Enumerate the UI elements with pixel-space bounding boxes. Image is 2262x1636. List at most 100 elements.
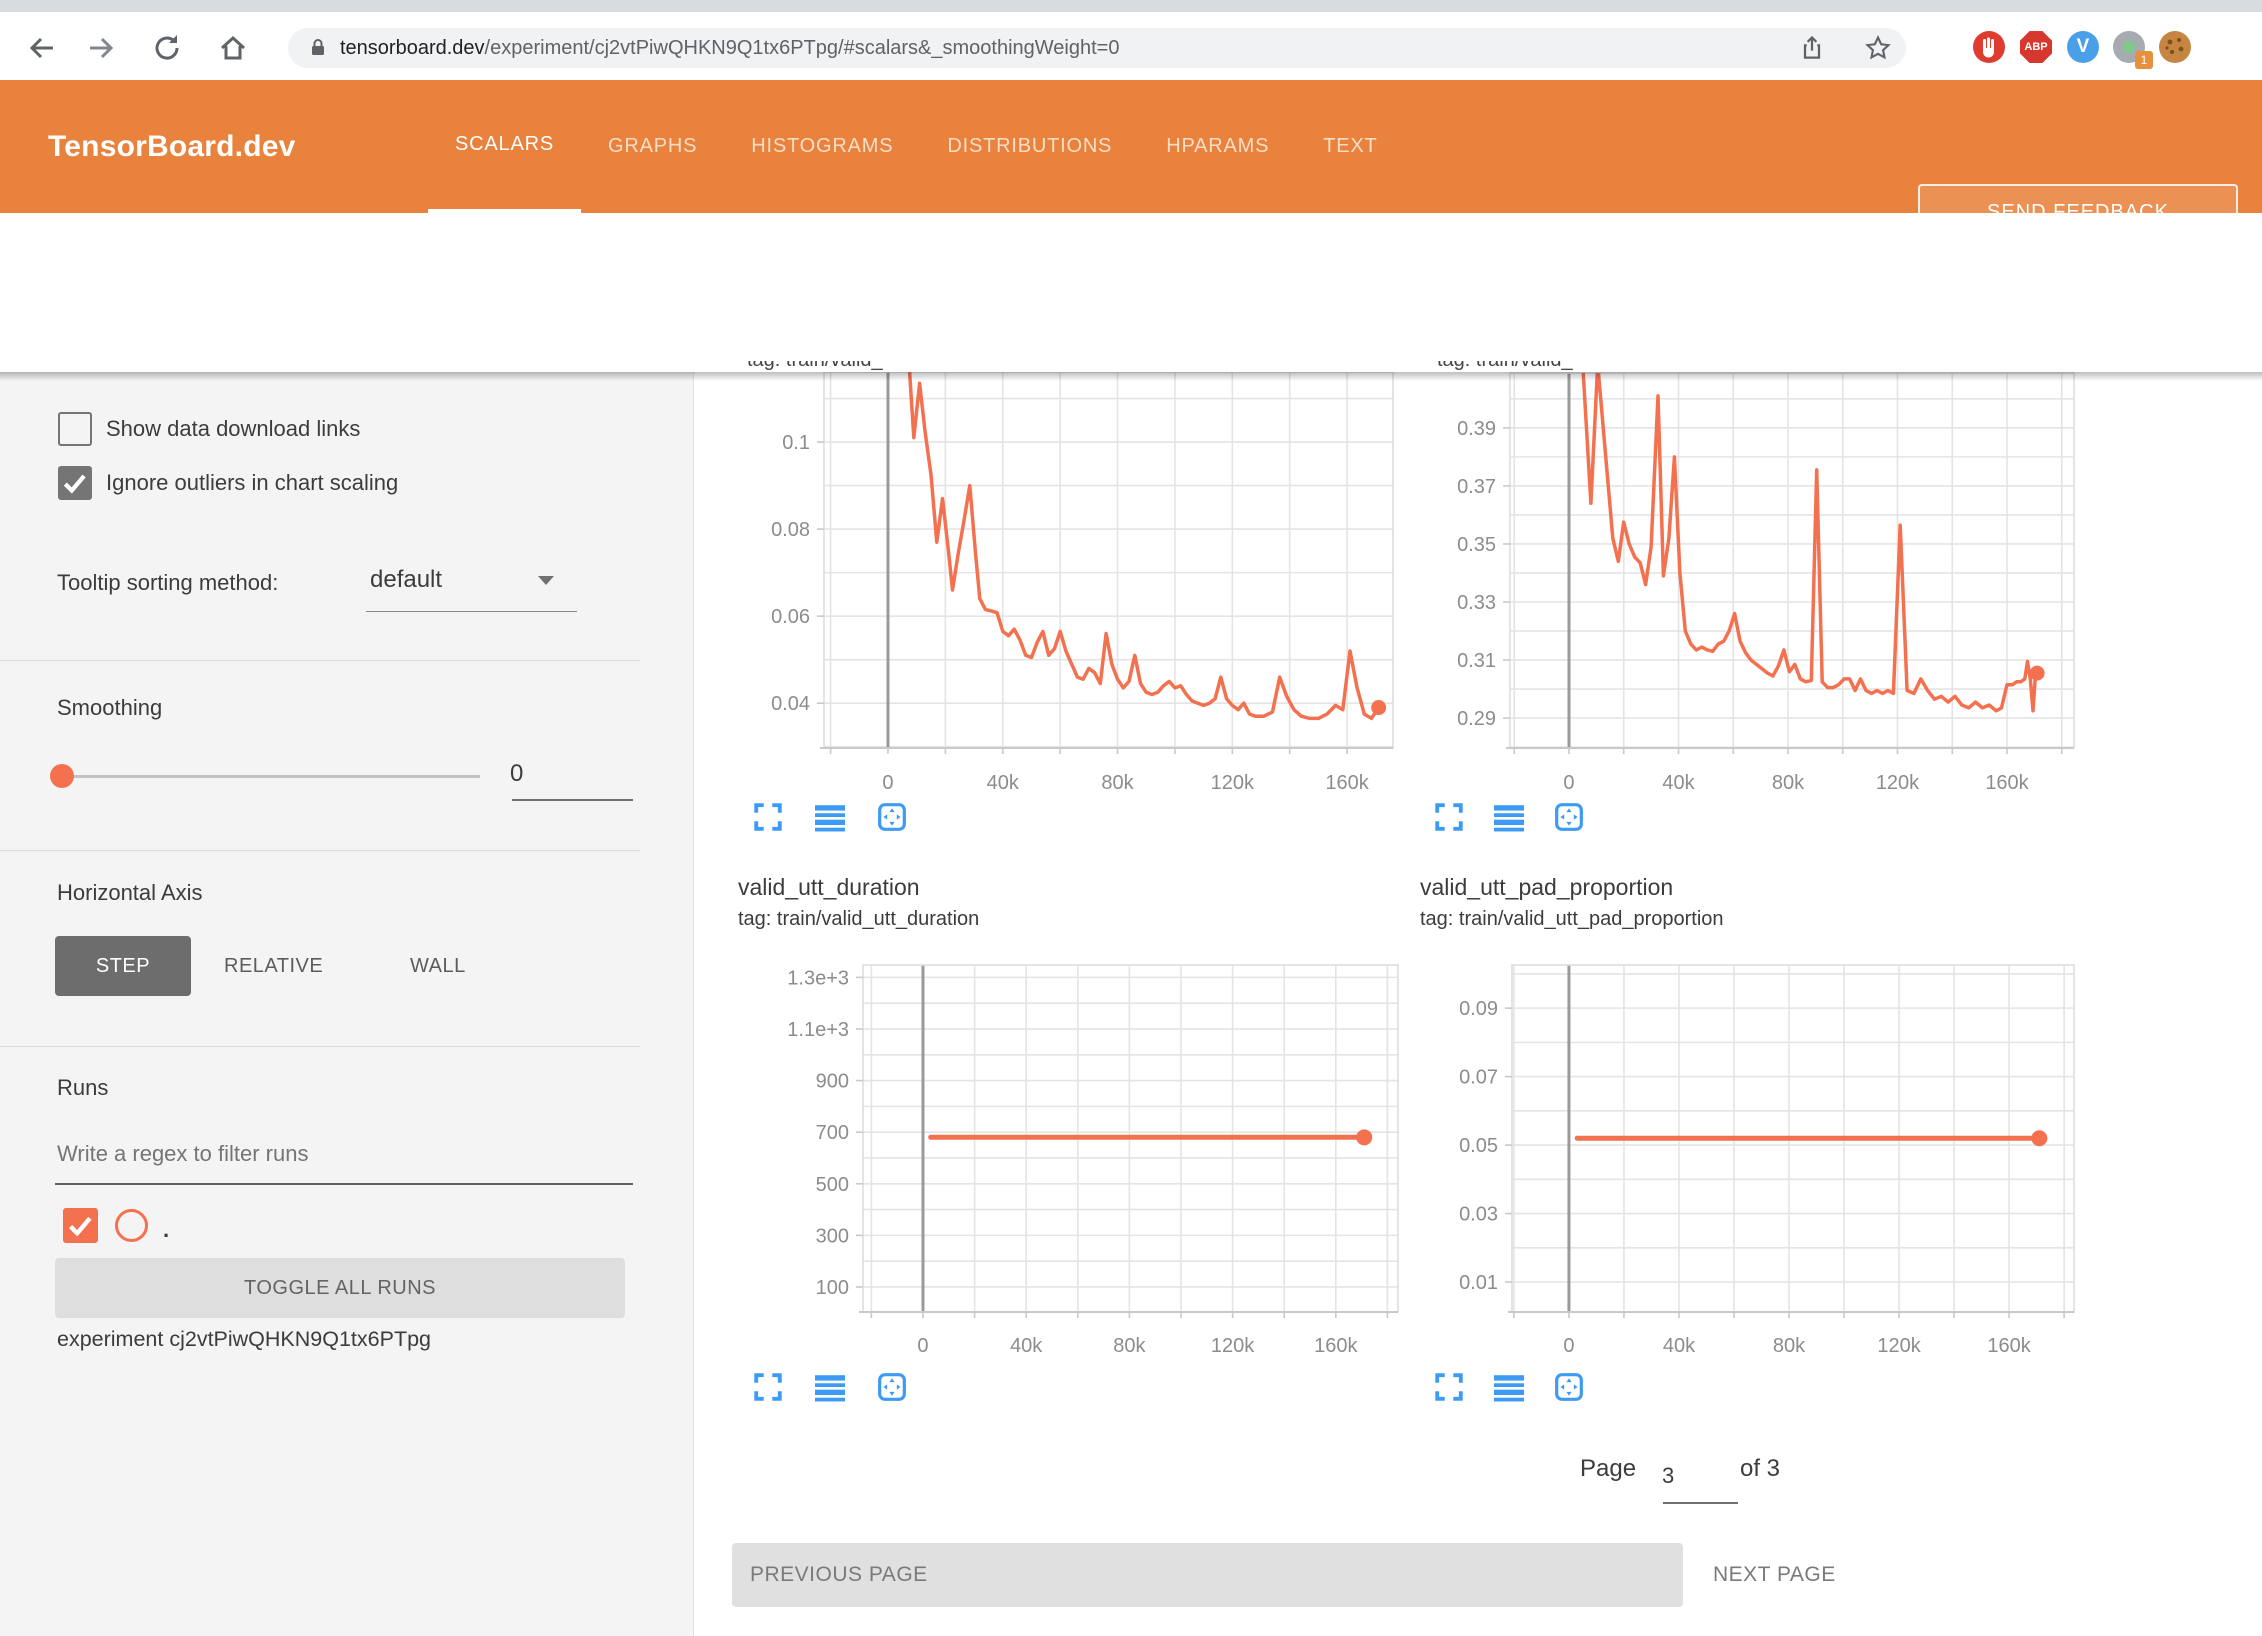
tab-graphs[interactable]: GRAPHS xyxy=(581,80,724,213)
svg-text:80k: 80k xyxy=(1101,772,1134,794)
experiment-id-label: experiment cj2vtPiwQHKN9Q1tx6PTpg xyxy=(57,1327,431,1352)
chart-bottom-left: 040k80k120k160k1003005007009001.1e+31.3e… xyxy=(693,950,1405,1425)
chart-tag: tag: train/valid_utt_pad_proportion xyxy=(1420,908,1724,931)
cookie-extension-icon[interactable] xyxy=(2159,31,2191,63)
abp-extension-icon[interactable]: ABP xyxy=(2020,31,2052,63)
ignore-outliers-checkbox[interactable] xyxy=(58,466,92,500)
svg-text:120k: 120k xyxy=(1877,1335,1921,1357)
pan-zoom-icon[interactable] xyxy=(877,802,907,832)
show-download-links-checkbox[interactable] xyxy=(58,412,92,446)
show-download-links-label: Show data download links xyxy=(106,416,360,442)
url-text: tensorboard.dev/experiment/cj2vtPiwQHKN9… xyxy=(340,30,1119,66)
axis-wall-button[interactable]: WALL xyxy=(410,936,466,996)
runs-selector-icon[interactable] xyxy=(1494,1372,1524,1402)
expand-chart-icon[interactable] xyxy=(1434,802,1464,832)
svg-text:120k: 120k xyxy=(1211,1335,1255,1357)
runs-selector-icon[interactable] xyxy=(1494,802,1524,832)
page-label: Page xyxy=(1580,1455,1636,1483)
extension-badge: 1 xyxy=(2135,51,2153,69)
reload-icon[interactable] xyxy=(151,32,183,64)
url-bar[interactable]: tensorboard.dev/experiment/cj2vtPiwQHKN9… xyxy=(288,28,1906,68)
svg-text:1.1e+3: 1.1e+3 xyxy=(787,1019,849,1041)
screen: tensorboard.dev/experiment/cj2vtPiwQHKN9… xyxy=(0,0,2262,1636)
svg-text:700: 700 xyxy=(816,1122,849,1144)
browser-toolbar: tensorboard.dev/experiment/cj2vtPiwQHKN9… xyxy=(0,12,2262,80)
expand-chart-icon[interactable] xyxy=(1434,1372,1464,1402)
blocker-hand-extension-icon[interactable] xyxy=(1973,31,2005,63)
page-input-underline xyxy=(1663,1502,1738,1504)
svg-text:40k: 40k xyxy=(987,772,1020,794)
page-of-label: of 3 xyxy=(1740,1455,1780,1483)
smoothing-input-underline xyxy=(512,799,633,801)
tab-hparams[interactable]: HPARAMS xyxy=(1139,80,1296,213)
expand-chart-icon[interactable] xyxy=(753,802,783,832)
chart-toolbar xyxy=(753,802,907,832)
svg-text:0.33: 0.33 xyxy=(1457,592,1496,614)
v-extension-icon[interactable]: V xyxy=(2067,31,2099,63)
run-item-label: . xyxy=(163,1217,169,1243)
svg-text:0.09: 0.09 xyxy=(1459,998,1498,1020)
axis-step-button[interactable]: STEP xyxy=(55,936,191,996)
clipped-tag-left: tag: train/valid_ xyxy=(747,361,1307,372)
svg-text:0: 0 xyxy=(1563,772,1574,794)
svg-text:100: 100 xyxy=(816,1277,849,1299)
svg-text:0.39: 0.39 xyxy=(1457,418,1496,440)
back-icon[interactable] xyxy=(26,32,58,64)
pan-zoom-icon[interactable] xyxy=(877,1372,907,1402)
svg-text:0.35: 0.35 xyxy=(1457,534,1496,556)
page-number-input[interactable]: 3 xyxy=(1662,1463,1674,1489)
svg-text:1.3e+3: 1.3e+3 xyxy=(787,967,849,989)
divider xyxy=(0,850,640,851)
run-checkbox[interactable] xyxy=(63,1208,98,1243)
pan-zoom-icon[interactable] xyxy=(1554,802,1584,832)
chart-bottom-right: 040k80k120k160k0.010.030.050.070.09 xyxy=(1380,950,2091,1425)
chart-toolbar xyxy=(753,1372,907,1402)
expand-chart-icon[interactable] xyxy=(753,1372,783,1402)
svg-text:300: 300 xyxy=(816,1225,849,1247)
dropdown-underline xyxy=(366,611,577,612)
runs-regex-input[interactable]: Write a regex to filter runs xyxy=(57,1141,308,1167)
axis-relative-button[interactable]: RELATIVE xyxy=(224,936,323,996)
tooltip-sorting-dropdown[interactable]: default xyxy=(370,566,442,594)
svg-text:0.03: 0.03 xyxy=(1459,1204,1498,1226)
share-icon[interactable] xyxy=(1798,34,1826,62)
svg-text:80k: 80k xyxy=(1773,1335,1806,1357)
svg-text:500: 500 xyxy=(816,1174,849,1196)
tab-histograms[interactable]: HISTOGRAMS xyxy=(724,80,920,213)
clipped-tag-right: tag: train/valid_ xyxy=(1437,361,1997,372)
runs-selector-icon[interactable] xyxy=(815,1372,845,1402)
svg-text:160k: 160k xyxy=(1985,772,2029,794)
regex-input-underline xyxy=(55,1183,633,1185)
content-top-shadow xyxy=(0,372,2262,381)
divider xyxy=(0,660,640,661)
home-icon[interactable] xyxy=(217,32,249,64)
smoothing-slider-track[interactable] xyxy=(60,775,480,778)
series-line xyxy=(910,372,1379,718)
chevron-down-icon[interactable] xyxy=(538,576,554,585)
forward-icon[interactable] xyxy=(85,32,117,64)
smoothing-slider-knob[interactable] xyxy=(50,764,74,788)
svg-text:0.29: 0.29 xyxy=(1457,708,1496,730)
toggle-all-runs-button[interactable]: TOGGLE ALL RUNS xyxy=(55,1258,625,1318)
tab-distributions[interactable]: DISTRIBUTIONS xyxy=(920,80,1139,213)
tab-text[interactable]: TEXT xyxy=(1296,80,1404,213)
svg-text:160k: 160k xyxy=(1314,1335,1358,1357)
app-header: TensorBoard.dev SCALARS GRAPHS HISTOGRAM… xyxy=(0,80,2262,213)
divider xyxy=(0,1046,640,1047)
previous-page-button[interactable]: PREVIOUS PAGE xyxy=(732,1543,1683,1607)
svg-text:0.01: 0.01 xyxy=(1459,1272,1498,1294)
v-label: V xyxy=(2077,36,2090,58)
tab-scalars[interactable]: SCALARS xyxy=(428,80,581,213)
series-endpoint-dot xyxy=(2030,666,2045,681)
svg-text:160k: 160k xyxy=(1987,1335,2031,1357)
runs-selector-icon[interactable] xyxy=(815,802,845,832)
chart-tag: tag: train/valid_utt_duration xyxy=(738,908,979,931)
bookmark-star-icon[interactable] xyxy=(1864,34,1892,62)
smoothing-value-input[interactable]: 0 xyxy=(510,760,523,788)
pan-zoom-icon[interactable] xyxy=(1554,1372,1584,1402)
next-page-button[interactable]: NEXT PAGE xyxy=(1713,1543,1836,1607)
svg-text:40k: 40k xyxy=(1663,1335,1696,1357)
svg-text:40k: 40k xyxy=(1662,772,1695,794)
run-color-swatch[interactable] xyxy=(115,1209,148,1242)
chart-toolbar xyxy=(1434,1372,1584,1402)
